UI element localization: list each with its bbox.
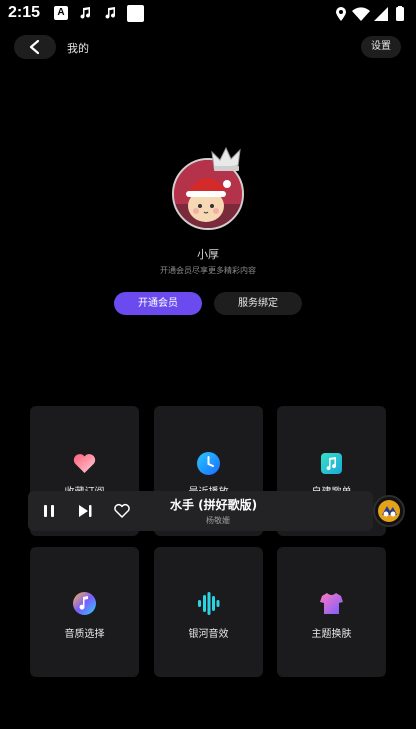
sound-wave-icon bbox=[198, 592, 220, 615]
location-icon bbox=[336, 7, 346, 21]
song-title: 水手 (拼好歌版) bbox=[170, 498, 258, 512]
grid-item-quality[interactable]: 音质选择 bbox=[30, 547, 139, 677]
back-button[interactable] bbox=[14, 35, 56, 59]
status-time: 2:15 bbox=[8, 4, 41, 21]
square-icon bbox=[127, 5, 144, 22]
heart-outline-icon[interactable] bbox=[113, 502, 131, 520]
open-vip-button[interactable]: 开通会员 bbox=[114, 292, 202, 315]
service-bind-button[interactable]: 服务绑定 bbox=[214, 292, 302, 315]
album-disc[interactable] bbox=[373, 495, 405, 527]
page-title: 我的 bbox=[67, 42, 89, 55]
clock-icon bbox=[197, 452, 220, 475]
signal-icon bbox=[374, 7, 388, 21]
chevron-left-icon bbox=[29, 39, 40, 55]
grid-item-sound-effect[interactable]: 银河音效 bbox=[154, 547, 263, 677]
song-artist: 杨敬姗 bbox=[206, 516, 230, 525]
heart-icon bbox=[73, 454, 96, 473]
grid-item-label: 主题换肤 bbox=[311, 629, 352, 640]
grid-item-theme[interactable]: 主题换肤 bbox=[277, 547, 386, 677]
tshirt-icon bbox=[320, 593, 343, 614]
music-quality-icon bbox=[73, 592, 96, 615]
pause-icon[interactable] bbox=[40, 502, 58, 520]
mini-player[interactable]: 水手 (拼好歌版) 杨敬姗 bbox=[28, 491, 373, 531]
music-note-icon bbox=[105, 7, 116, 19]
album-cover-icon bbox=[378, 500, 400, 522]
vip-subtitle: 开通会员尽享更多精彩内容 bbox=[160, 266, 256, 275]
a-icon: A bbox=[54, 6, 68, 20]
wifi-icon bbox=[352, 7, 370, 21]
status-right-icons bbox=[336, 6, 404, 21]
grid-item-label: 音质选择 bbox=[64, 629, 105, 640]
playlist-icon bbox=[321, 453, 342, 474]
battery-icon bbox=[396, 6, 404, 21]
crown-icon bbox=[211, 146, 241, 171]
music-note-icon bbox=[80, 7, 91, 19]
username: 小厚 bbox=[197, 248, 219, 261]
status-bar: 2:15 A bbox=[0, 0, 416, 28]
settings-button[interactable]: 设置 bbox=[361, 36, 401, 58]
grid-item-label: 银河音效 bbox=[188, 629, 229, 640]
next-track-icon[interactable] bbox=[76, 502, 94, 520]
